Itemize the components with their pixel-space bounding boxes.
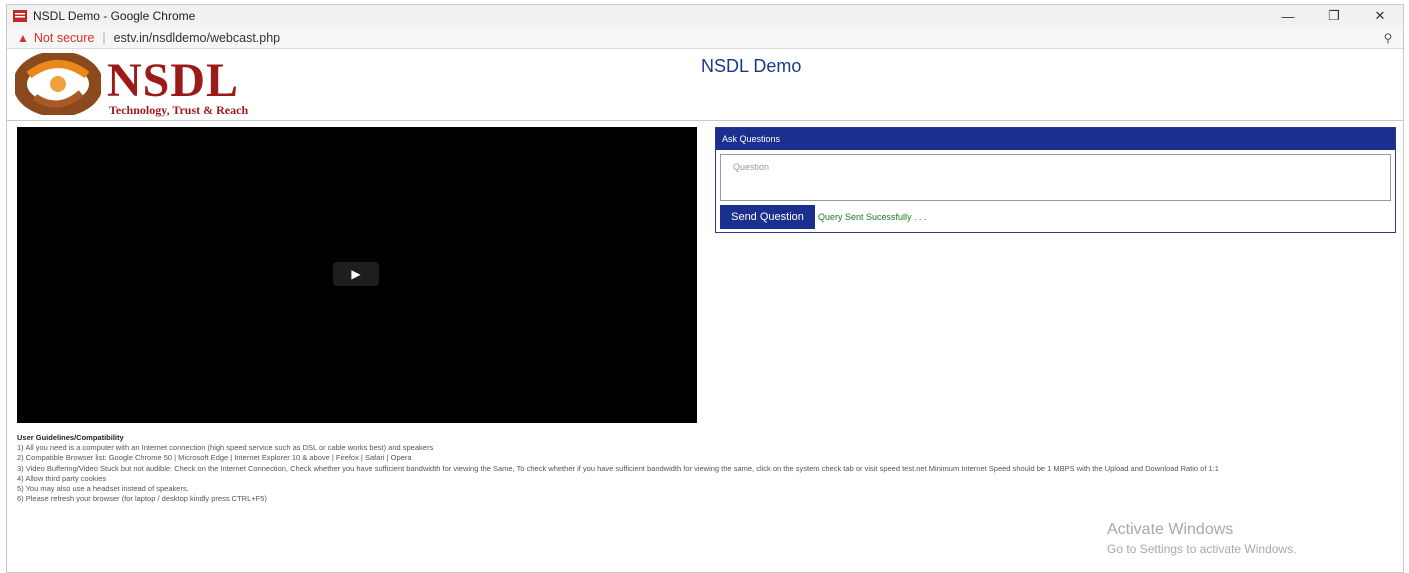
ask-questions-heading: Ask Questions (716, 128, 1395, 150)
window-controls: — ❐ ✕ (1265, 5, 1403, 27)
page-title: NSDL Demo (701, 56, 802, 76)
browser-window: NSDL Demo - Google Chrome — ❐ ✕ ▲ Not se… (6, 4, 1404, 573)
window-title: NSDL Demo - Google Chrome (33, 9, 196, 23)
close-icon[interactable]: ✕ (1357, 5, 1403, 27)
warning-icon[interactable]: ▲ (17, 31, 29, 45)
activate-windows-title: Activate Windows (1107, 521, 1234, 538)
page-header: NSDL Technology, Trust & Reach NSDL Demo (7, 49, 1403, 121)
address-bar[interactable]: ▲ Not secure | estv.in/nsdldemo/webcast.… (7, 27, 1403, 49)
question-input[interactable] (720, 154, 1391, 201)
restore-icon[interactable]: ❐ (1311, 5, 1357, 27)
url-text[interactable]: estv.in/nsdldemo/webcast.php (114, 31, 1373, 45)
guideline-item: 2) Compatible Browser list: Google Chrom… (17, 453, 412, 463)
zoom-icon[interactable]: ⚲ (1373, 31, 1403, 45)
guidelines-heading: User Guidelines/Compatibility (17, 433, 124, 442)
logo-tagline: Technology, Trust & Reach (109, 103, 249, 117)
title-bar: NSDL Demo - Google Chrome — ❐ ✕ (7, 5, 1403, 27)
minimize-icon[interactable]: — (1265, 5, 1311, 27)
play-icon: ▶ (351, 267, 361, 281)
guideline-item: 3) Video Buffering/Video Stuck but not a… (17, 463, 1219, 473)
query-status-message: Query Sent Sucessfully . . . (818, 212, 927, 222)
guideline-item: 5) You may also use a headset instead of… (17, 484, 189, 494)
address-separator: | (102, 30, 106, 45)
guideline-item: 6) Please refresh your browser (for lapt… (17, 494, 267, 504)
nsdl-logo: NSDL Technology, Trust & Reach (15, 53, 275, 117)
logo-wordmark: NSDL (107, 54, 240, 107)
user-guidelines: User Guidelines/Compatibility 1) All you… (17, 433, 1397, 504)
activate-windows-subtitle: Go to Settings to activate Windows. (1107, 542, 1297, 556)
send-question-button[interactable]: Send Question (720, 205, 815, 229)
site-favicon-icon (13, 10, 27, 22)
ask-questions-panel: Ask Questions Send Question Query Sent S… (715, 127, 1396, 233)
play-button[interactable]: ▶ (333, 262, 379, 286)
guideline-item: 4) Allow third party cookies (17, 473, 107, 483)
nsdl-emblem-icon (15, 53, 101, 115)
guideline-item: 1) All you need is a computer with an In… (17, 443, 434, 453)
not-secure-label[interactable]: Not secure (34, 31, 94, 45)
video-player[interactable]: ▶ (17, 127, 697, 423)
activate-windows-watermark: Activate Windows Go to Settings to activ… (1107, 521, 1296, 556)
